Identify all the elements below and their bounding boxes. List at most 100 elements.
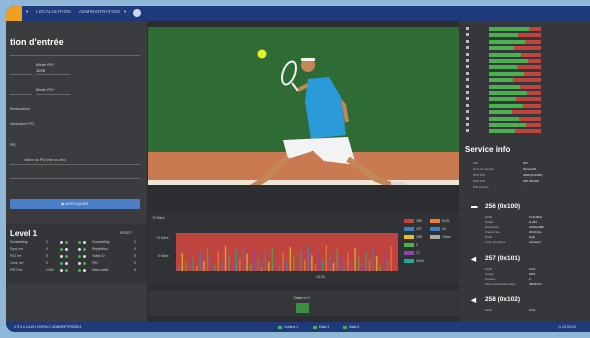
x-tick-label: 13:33 (316, 275, 325, 279)
input-config-panel: tion d'entrée Bitrate PID* 1078 Bitrate … (6, 21, 147, 322)
pid-bar-red (513, 78, 541, 83)
row-marker (466, 129, 469, 133)
status-dot (60, 247, 63, 251)
service-key: PCR PID (473, 179, 486, 183)
app-window: ▾ LOCALISATION ADMINISTRATION ▾ tion d'e… (6, 6, 590, 332)
nav-localisation[interactable]: LOCALISATION (36, 9, 71, 14)
pid-bar-red (516, 97, 541, 102)
graph-spike (368, 261, 371, 271)
level-row-label: Scrambling (92, 240, 110, 244)
stream-value: 48000 Hz (529, 282, 542, 286)
stream-value: MP2 (529, 272, 536, 276)
level-row-value: 1260 (46, 268, 54, 272)
version-text: V 5.3.0 LA101 R0PNC7-4D8090F7E9E6D1 (14, 325, 82, 329)
status-dot (83, 247, 86, 251)
reset-button[interactable]: RESET (120, 231, 132, 235)
pid-bar-red (523, 103, 541, 108)
graph-spike (210, 256, 212, 271)
graph-spike (293, 256, 295, 271)
redundancy-label: Redondance (10, 107, 30, 111)
legend-swatch (404, 227, 414, 231)
legend-swatch (430, 219, 440, 223)
data-in-panel: Data in 1 (148, 290, 459, 316)
graph-spike (372, 247, 374, 271)
status-dot (83, 254, 86, 258)
pid-label: PID (10, 143, 16, 147)
nav-administration[interactable]: ADMINISTRATION (79, 9, 120, 14)
graph-spike (296, 265, 299, 271)
pid-bar-red (521, 52, 541, 57)
pid-bar-red (529, 27, 541, 31)
row-marker (466, 27, 469, 30)
legend-label: 17 (416, 251, 420, 255)
video-preview (148, 27, 459, 185)
graph-spike (181, 253, 183, 271)
stream-key: Résolution (485, 225, 500, 229)
graph-spike (365, 252, 367, 271)
graph-spike (332, 263, 335, 271)
status-indicator (343, 325, 347, 329)
graph-spike (354, 248, 356, 271)
graph-spike (199, 252, 201, 271)
network-icon (296, 303, 309, 313)
pid-input[interactable]: Valeur du PID (hex ou dec) (24, 158, 66, 162)
level-row-label: Table ID (92, 254, 105, 258)
row-marker (466, 33, 469, 37)
level-row-label: PMT err (10, 268, 23, 272)
graph-spike (264, 253, 266, 271)
graph-spike (383, 251, 385, 271)
stream-value: 0 b/s (529, 308, 536, 312)
legend-swatch (404, 235, 414, 239)
pid-bar-green (489, 103, 523, 108)
status-item-data-1[interactable]: Data 1 (313, 325, 329, 329)
level-row-value: 0 (46, 254, 48, 258)
graph-spike (228, 255, 230, 271)
graph-spike (304, 260, 306, 271)
level-row-value: 0 (134, 240, 136, 244)
graph-spike (185, 262, 187, 271)
status-dot (83, 268, 86, 272)
legend-label: 16 (442, 227, 446, 231)
apply-button[interactable]: ▶ APPLIQUER (10, 199, 140, 209)
level-row-label: Repetition (92, 247, 108, 251)
pid-bar-red (527, 91, 541, 95)
row-marker (466, 84, 469, 88)
status-item-control-1[interactable]: Control 1 (278, 325, 298, 329)
legend-swatch (404, 243, 414, 247)
pid-bar-green (489, 27, 529, 31)
graph-spike (289, 247, 291, 271)
panel-title: tion d'entrée (10, 37, 64, 47)
stream-icon: ◀ (471, 297, 476, 304)
status-item-data-2[interactable]: Data 2 (343, 325, 359, 329)
status-dot (83, 261, 86, 265)
graph-spike (307, 246, 309, 271)
graph-spike (221, 260, 223, 271)
service-key: PMT PID (473, 173, 486, 177)
pid-bar-red (524, 71, 541, 76)
row-marker (466, 97, 469, 101)
gear-icon[interactable] (133, 9, 141, 17)
legend-label: 8191 (442, 219, 450, 223)
graph-spike (300, 251, 302, 271)
level-row-label: Sync err (10, 247, 24, 251)
status-dot (65, 240, 68, 244)
service-key: SID (473, 161, 479, 165)
status-dot (65, 254, 68, 258)
pid-bar-green (489, 84, 520, 89)
graph-spike (282, 252, 284, 271)
menu-icon[interactable]: ▾ (26, 9, 28, 15)
stream-title: 256 (0x100) (485, 203, 521, 210)
status-indicator (313, 325, 317, 329)
bitrate-input[interactable]: 1078 (36, 68, 45, 73)
level-row-value: 0 (134, 254, 136, 258)
pid-bar-red (514, 46, 541, 51)
stream-value: H.264 (529, 220, 538, 224)
graph-spike (325, 245, 327, 271)
graph-spike (314, 264, 317, 271)
status-dot (60, 254, 63, 258)
graph-spike (336, 249, 338, 271)
row-marker (466, 52, 469, 56)
level-row-label: PAT err (10, 254, 22, 258)
pid-bar-green (489, 78, 513, 83)
stream-key: Profil (485, 235, 492, 239)
